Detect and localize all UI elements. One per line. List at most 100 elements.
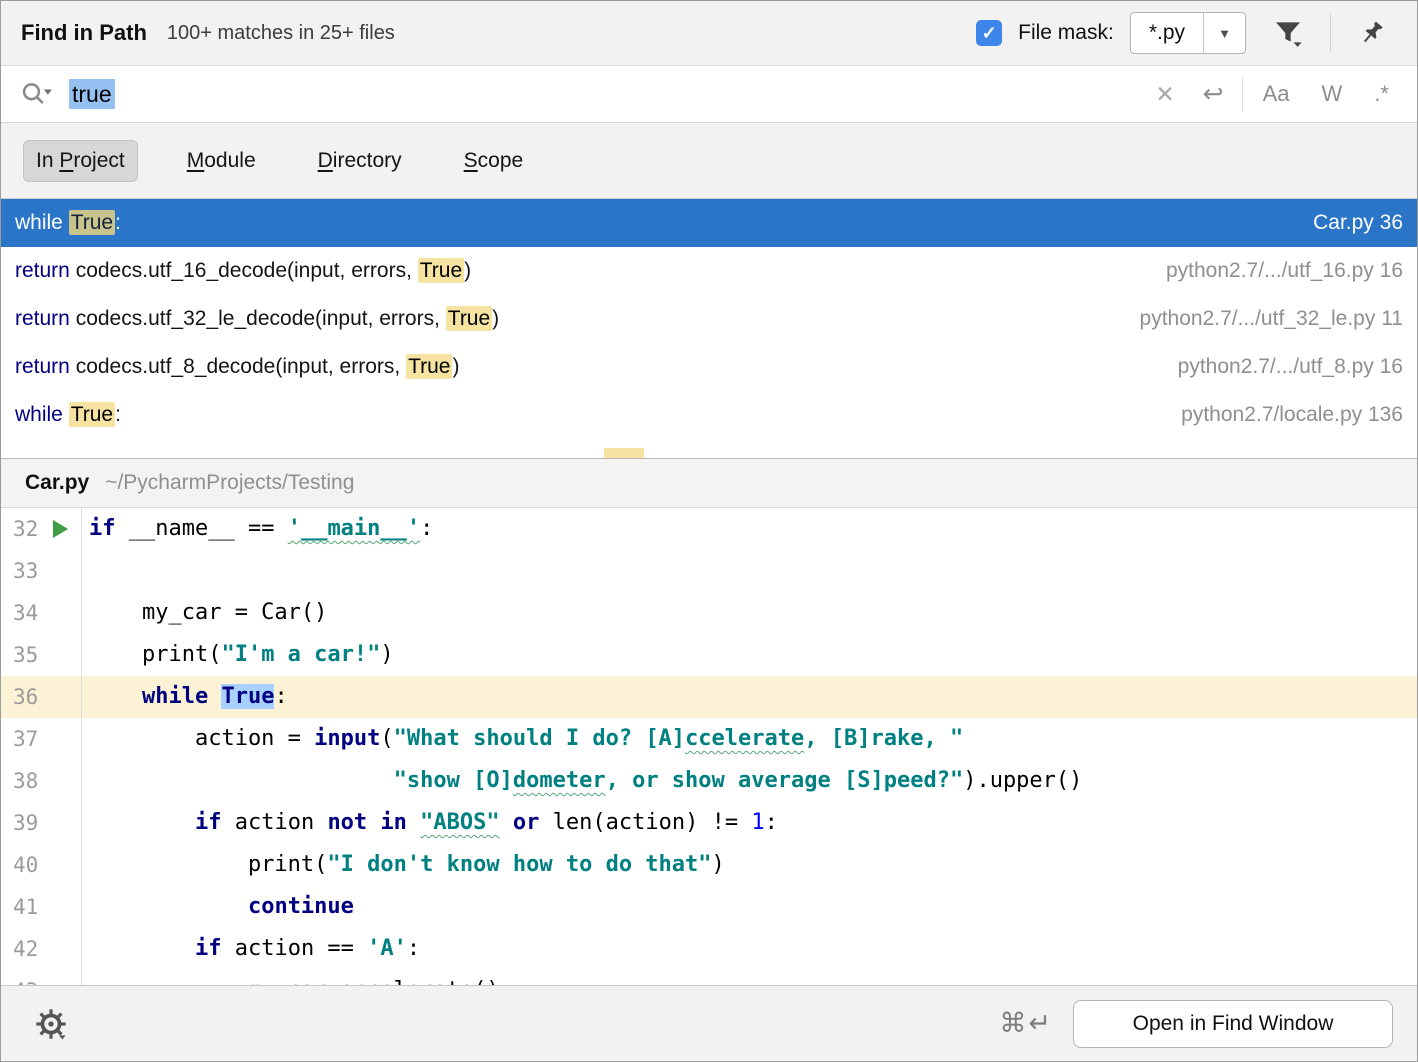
result-file-location: python2.7/.../utf_32_le.py 11 (1140, 307, 1403, 331)
gutter: 41 (1, 886, 81, 928)
result-row[interactable]: return codecs.utf_8_decode(input, errors… (1, 343, 1417, 391)
code-lines: 32 if __name__ == '__main__': 33 34 my_car … (1, 508, 1417, 985)
search-icon (19, 79, 53, 109)
check-icon: ✓ (982, 23, 997, 44)
gutter: 42 (1, 928, 81, 970)
clear-search-icon[interactable]: ✕ (1141, 81, 1188, 108)
search-query: true (69, 79, 115, 109)
result-match-text: return codecs.utf_32_le_decode(input, er… (15, 307, 1140, 331)
code-text: if action not in "ABOS" or len(action) !… (81, 802, 1417, 844)
code-text: while True: (81, 676, 1417, 718)
code-text: "show [O]dometer, or show average [S]pee… (81, 760, 1417, 802)
line-number: 40 (13, 853, 38, 877)
result-match-text: return codecs.utf_8_decode(input, errors… (15, 355, 1178, 379)
gutter: 39 (1, 802, 81, 844)
filter-icon (1272, 17, 1304, 49)
gutter: 40 (1, 844, 81, 886)
code-text (81, 550, 1417, 592)
filter-button[interactable] (1262, 13, 1314, 53)
result-match-text: return codecs.utf_16_decode(input, error… (15, 259, 1166, 283)
result-row[interactable]: while True:Car.py 36 (1, 199, 1417, 247)
code-line: 42 if action == 'A': (1, 928, 1417, 970)
code-text: action = input("What should I do? [A]cce… (81, 718, 1417, 760)
line-number: 38 (13, 769, 38, 793)
open-in-find-window-button[interactable]: Open in Find Window (1073, 1000, 1393, 1048)
file-mask-checkbox[interactable]: ✓ (976, 20, 1002, 46)
code-line: 38 "show [O]dometer, or show average [S]… (1, 760, 1417, 802)
code-text: if action == 'A': (81, 928, 1417, 970)
regex-toggle[interactable]: .* (1358, 81, 1405, 107)
result-file-location: Car.py 36 (1313, 211, 1403, 235)
code-text: print("I don't know how to do that") (81, 844, 1417, 886)
gutter: 38 (1, 760, 81, 802)
line-number: 41 (13, 895, 38, 919)
result-match-text: while True: (15, 403, 1181, 427)
result-row[interactable]: while True:python2.7/locale.py 136 (1, 391, 1417, 439)
code-line: 37 action = input("What should I do? [A]… (1, 718, 1417, 760)
result-match-text: while True: (15, 211, 1313, 235)
search-input[interactable]: true (61, 81, 1141, 108)
scope-tab-module[interactable]: Module (174, 140, 269, 182)
code-text: if __name__ == '__main__': (81, 508, 1417, 550)
line-number: 35 (13, 643, 38, 667)
scope-tab-in-project[interactable]: In Project (23, 140, 138, 182)
dialog-title: Find in Path (21, 20, 147, 46)
line-number: 39 (13, 811, 38, 835)
preview-file-path: ~/PycharmProjects/Testing (105, 471, 354, 495)
code-text: continue (81, 886, 1417, 928)
whole-words-toggle[interactable]: W (1306, 81, 1359, 107)
search-controls-divider (1242, 77, 1243, 111)
header-divider (1330, 14, 1331, 52)
line-number: 42 (13, 937, 38, 961)
scope-tab-directory[interactable]: Directory (305, 140, 415, 182)
code-text: print("I'm a car!") (81, 634, 1417, 676)
run-icon[interactable] (53, 520, 68, 538)
dialog-header: Find in Path 100+ matches in 25+ files ✓… (1, 1, 1417, 65)
settings-button[interactable] (25, 1004, 77, 1044)
gutter: 35 (1, 634, 81, 676)
code-line: 43 my_car.accelerate() (1, 970, 1417, 985)
line-number: 37 (13, 727, 38, 751)
line-number: 32 (13, 517, 38, 541)
line-number: 33 (13, 559, 38, 583)
gutter-separator (81, 508, 82, 985)
pin-button[interactable] (1347, 14, 1397, 52)
code-line: 34 my_car = Car() (1, 592, 1417, 634)
code-line: 33 (1, 550, 1417, 592)
scope-tab-scope[interactable]: Scope (451, 140, 537, 182)
code-line: 36 while True: (1, 676, 1417, 718)
result-row[interactable]: return codecs.utf_32_le_decode(input, er… (1, 295, 1417, 343)
gear-icon (35, 1008, 67, 1040)
preview-file-name: Car.py (25, 471, 89, 495)
gutter: 32 (1, 508, 81, 550)
code-line: 39 if action not in "ABOS" or len(action… (1, 802, 1417, 844)
code-preview-editor[interactable]: 32 if __name__ == '__main__': 33 34 my_car … (1, 508, 1417, 985)
gutter: 33 (1, 550, 81, 592)
results-partial-row (1, 439, 1417, 458)
line-number: 36 (13, 685, 38, 709)
result-row[interactable]: return codecs.utf_16_decode(input, error… (1, 247, 1417, 295)
code-line: 41 continue (1, 886, 1417, 928)
code-line: 40 print("I don't know how to do that") (1, 844, 1417, 886)
file-mask-dropdown[interactable]: *.py ▼ (1130, 12, 1246, 54)
scope-tabs: In Project Module Directory Scope (1, 123, 1417, 199)
match-case-toggle[interactable]: Aa (1247, 81, 1306, 107)
code-line: 32 if __name__ == '__main__': (1, 508, 1417, 550)
match-count-status: 100+ matches in 25+ files (167, 22, 395, 45)
recent-search-icon[interactable]: ↩ (1189, 79, 1238, 109)
pin-icon (1357, 18, 1387, 48)
open-shortcut-hint: ⌘↵ (999, 1008, 1053, 1039)
line-number: 34 (13, 601, 38, 625)
search-history-button[interactable] (13, 79, 61, 109)
partial-match-highlight (604, 448, 644, 458)
gutter: 43 (1, 970, 81, 985)
chevron-down-icon[interactable]: ▼ (1203, 13, 1245, 53)
gutter: 37 (1, 718, 81, 760)
dialog-footer: ⌘↵ Open in Find Window (1, 985, 1417, 1061)
code-text: my_car.accelerate() (81, 970, 1417, 985)
find-in-path-dialog: Find in Path 100+ matches in 25+ files ✓… (0, 0, 1418, 1062)
search-bar: true ✕ ↩ Aa W .* (1, 65, 1417, 123)
file-mask-label: File mask: (1018, 21, 1114, 45)
preview-header: Car.py ~/PycharmProjects/Testing (1, 458, 1417, 508)
code-text: my_car = Car() (81, 592, 1417, 634)
